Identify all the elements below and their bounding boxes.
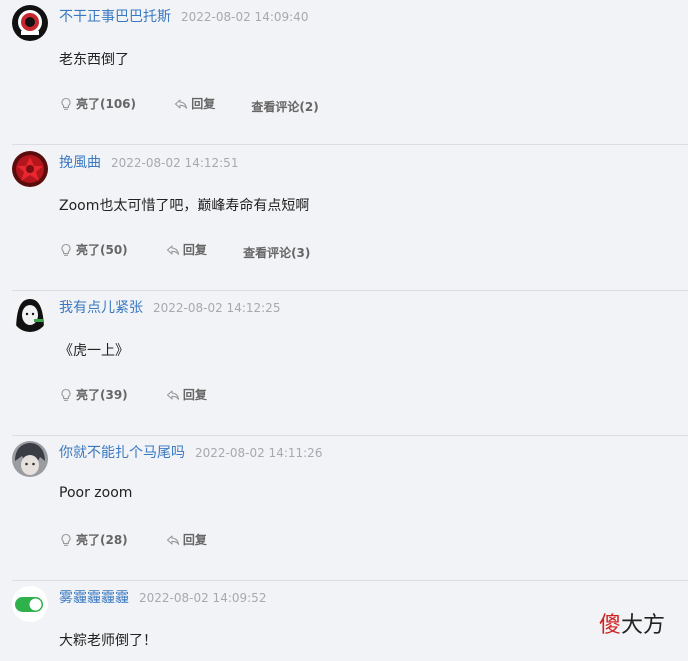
reply-arrow-icon [166,534,179,545]
watermark-part2: 大方 [621,613,666,638]
comment-text: 老东西倒了 [59,52,129,68]
lightbulb-icon [61,97,71,110]
view-comments-link[interactable]: 查看评论(2) [251,98,318,115]
comment-actions: 亮了(28) 回复 [59,531,207,550]
comment-header: 不干正事巴巴托斯 2022-08-02 14:09:40 [59,6,308,26]
username-link[interactable]: 不干正事巴巴托斯 [59,9,171,25]
comment-item: 你就不能扎个马尾吗 2022-08-02 14:11:26 Poor zoom 亮… [0,436,688,581]
lightbulb-icon [61,243,71,256]
reply-button[interactable]: 回复 [166,386,207,403]
avatar[interactable] [12,5,48,41]
comment-header: 挽風曲 2022-08-02 14:12:51 [59,152,238,172]
comment-text: Poor zoom [59,485,133,501]
username-link[interactable]: 挽風曲 [59,155,101,171]
comment-header: 你就不能扎个马尾吗 2022-08-02 14:11:26 [59,442,322,462]
timestamp: 2022-08-02 14:12:51 [111,156,239,170]
avatar[interactable] [12,296,48,332]
watermark-part1: 傻 [599,613,622,638]
watermark: 傻大方 [599,607,665,639]
reply-label: 回复 [182,243,207,257]
reply-arrow-icon [166,244,179,255]
comment-actions: 亮了(50) 回复 查看评论(3) [59,241,310,261]
comment-item: 不干正事巴巴托斯 2022-08-02 14:09:40 老东西倒了 亮了(106… [0,0,688,145]
reply-button[interactable]: 回复 [166,531,207,548]
username-link[interactable]: 我有点儿紧张 [59,300,143,316]
like-count: 亮了(39) [76,388,128,402]
lightbulb-icon [61,533,71,546]
reply-arrow-icon [175,98,188,109]
timestamp: 2022-08-02 14:09:52 [139,591,267,605]
reply-label: 回复 [191,97,216,111]
timestamp: 2022-08-02 14:11:26 [195,446,323,460]
comment-text: 《虎一上》 [59,343,129,359]
reply-button[interactable]: 回复 [166,241,207,258]
reply-label: 回复 [182,388,207,402]
like-button[interactable]: 亮了(39) [59,386,128,403]
comment-item: 我有点儿紧张 2022-08-02 14:12:25 《虎一上》 亮了(39) 回… [0,291,688,436]
comment-header: 我有点儿紧张 2022-08-02 14:12:25 [59,297,280,317]
comment-item: 挽風曲 2022-08-02 14:12:51 Zoom也太可惜了吧，巅峰寿命有点… [0,146,688,291]
comment-item: 雾霾霾霾霾 2022-08-02 14:09:52 大粽老师倒了！ [0,581,688,661]
timestamp: 2022-08-02 14:09:40 [181,10,309,24]
like-button[interactable]: 亮了(106) [59,95,136,112]
comment-actions: 亮了(39) 回复 [59,386,207,405]
like-count: 亮了(50) [76,243,128,257]
lightbulb-icon [61,388,71,401]
comment-header: 雾霾霾霾霾 2022-08-02 14:09:52 [59,587,266,607]
avatar[interactable] [12,586,48,622]
view-comments-link[interactable]: 查看评论(3) [243,244,310,261]
username-link[interactable]: 你就不能扎个马尾吗 [59,445,185,461]
like-count: 亮了(106) [76,97,137,111]
comment-text: 大粽老师倒了！ [59,633,157,649]
comment-text: Zoom也太可惜了吧，巅峰寿命有点短啊 [59,198,310,214]
reply-arrow-icon [166,389,179,400]
timestamp: 2022-08-02 14:12:25 [153,301,281,315]
reply-label: 回复 [182,533,207,547]
reply-button[interactable]: 回复 [174,95,215,112]
comment-actions: 亮了(106) 回复 查看评论(2) [59,95,319,115]
username-link[interactable]: 雾霾霾霾霾 [59,590,129,606]
divider [12,144,688,145]
like-count: 亮了(28) [76,533,128,547]
like-button[interactable]: 亮了(28) [59,531,128,548]
avatar[interactable] [12,441,48,477]
avatar[interactable] [12,151,48,187]
like-button[interactable]: 亮了(50) [59,241,128,258]
